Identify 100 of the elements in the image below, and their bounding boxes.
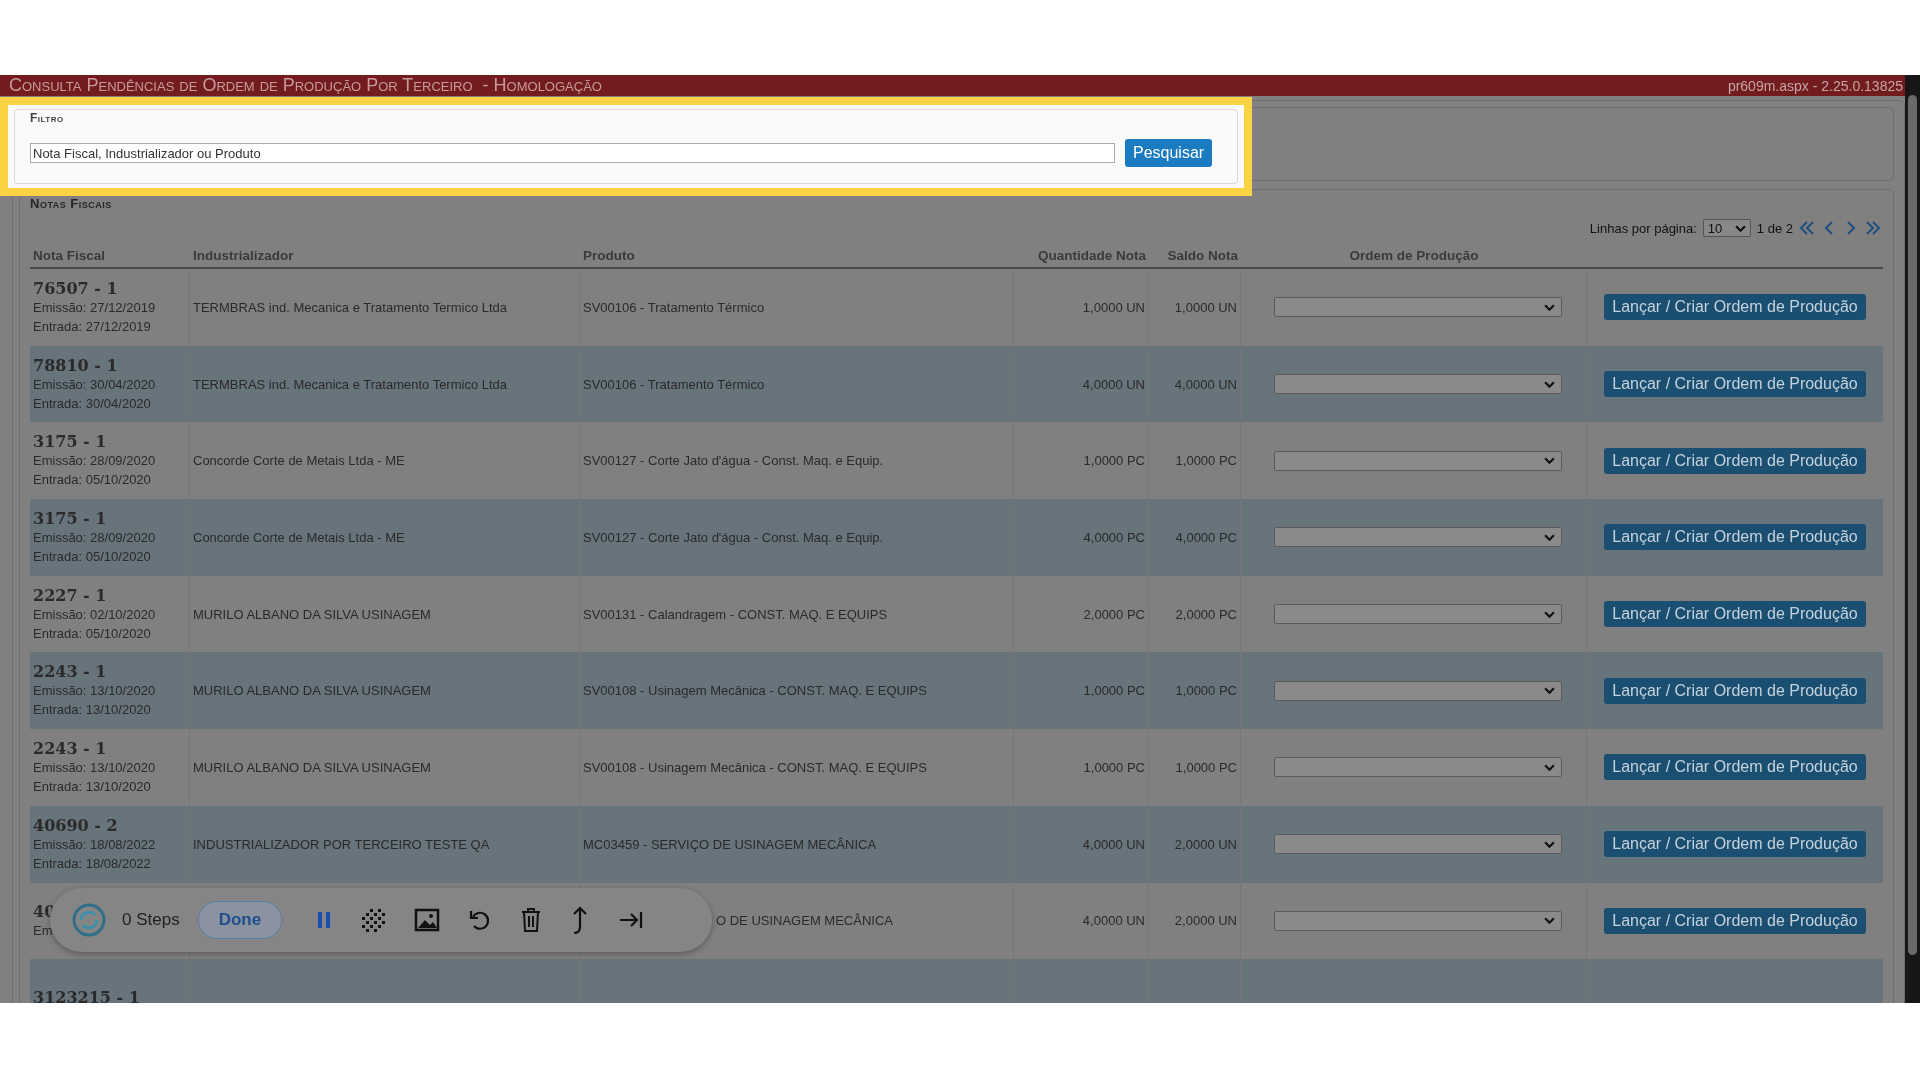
- entry-date: Entrada: 27/12/2019: [33, 317, 151, 336]
- table-cell: SV00108 - Usinagem Mecânica - CONST. MAQ. E EQUIPS: [583, 759, 927, 775]
- scrollbar[interactable]: [1905, 75, 1920, 1003]
- trash-icon[interactable]: [520, 907, 543, 933]
- production-order-select[interactable]: [1274, 680, 1562, 701]
- table-cell: 1,0000 UN: [1174, 299, 1237, 315]
- table-cell: 1,0000 PC: [1083, 759, 1145, 775]
- table-cell: SV00106 - Tratamento Térmico: [583, 376, 765, 392]
- invoice-number: 2243 - 1: [33, 662, 107, 682]
- production-order-select[interactable]: [1274, 834, 1562, 855]
- section-legend: Notas Fiscais: [30, 196, 1893, 211]
- production-order-select[interactable]: [1274, 450, 1562, 471]
- create-order-button[interactable]: Lançar / Criar Ordem de Produção: [1604, 831, 1866, 858]
- issue-date: Emissão: 13/10/2020: [33, 682, 156, 701]
- entry-date: Entrada: 13/10/2020: [33, 777, 151, 796]
- chevron-down-icon: [1544, 380, 1555, 388]
- production-order-select[interactable]: [1274, 604, 1562, 625]
- column-header: Industrializador: [192, 247, 295, 263]
- search-button[interactable]: Pesquisar: [1125, 139, 1213, 167]
- chevron-down-icon: [1544, 303, 1555, 311]
- invoice-number: 3123215 - 1: [33, 988, 140, 1003]
- invoice-number: 3175 - 1: [33, 508, 107, 528]
- table-cell: 4,0000 PC: [1175, 529, 1237, 545]
- table-cell: 2,0000 UN: [1174, 836, 1237, 852]
- table-cell: 1,0000 PC: [1175, 759, 1237, 775]
- create-order-button[interactable]: Lançar / Criar Ordem de Produção: [1604, 601, 1866, 628]
- table-cell: SV00108 - Usinagem Mecânica - CONST. MAQ. E EQUIPS: [583, 683, 927, 699]
- production-order-select[interactable]: [1274, 910, 1562, 931]
- entry-date: Entrada: 05/10/2020: [33, 624, 151, 643]
- invoice-number: 3175 - 1: [33, 432, 107, 452]
- pause-icon[interactable]: [316, 910, 333, 930]
- chevron-down-icon: [1544, 687, 1555, 695]
- table-cell: 4,0000 UN: [1082, 913, 1145, 929]
- column-header: Ordem de Produção: [1348, 247, 1480, 263]
- create-order-button[interactable]: Lançar / Criar Ordem de Produção: [1604, 371, 1866, 398]
- chevron-down-icon: [1544, 840, 1555, 848]
- table-cell: 2,0000 UN: [1174, 913, 1237, 929]
- invoice-number: 78810 - 1: [33, 355, 118, 375]
- page-indicator: 1 de 2: [1756, 220, 1793, 236]
- window-title: Consulta Pendências de Ordem de Produção Por Terceiro - Homologação: [9, 75, 602, 96]
- issue-date: Emissão: 30/04/2020: [33, 375, 156, 394]
- invoice-number: 76507 - 1: [33, 278, 118, 298]
- column-header: Produto: [582, 247, 636, 263]
- table-cell: 1,0000 PC: [1175, 683, 1237, 699]
- issue-date: Emissão: 28/09/2020: [33, 452, 156, 471]
- entry-date: Entrada: 18/08/2022: [33, 854, 151, 873]
- table-cell: MURILO ALBANO DA SILVA USINAGEM: [193, 759, 431, 775]
- blur-icon[interactable]: [360, 907, 387, 933]
- chevron-down-icon: [1734, 224, 1746, 232]
- search-field[interactable]: Nota Fiscal, Industrializador ou Produto: [30, 143, 1115, 163]
- table-cell: 1,0000 PC: [1175, 453, 1237, 469]
- table-cell: TERMBRAS ind. Mecanica e Tratamento Termico Ltda: [193, 299, 508, 315]
- production-order-select[interactable]: [1274, 527, 1562, 548]
- create-order-button[interactable]: Lançar / Criar Ordem de Produção: [1604, 907, 1866, 934]
- create-order-button[interactable]: Lançar / Criar Ordem de Produção: [1604, 447, 1866, 474]
- rows-per-page-label: Linhas por página:: [1589, 220, 1697, 236]
- table-cell: SV00106 - Tratamento Térmico: [583, 299, 765, 315]
- chevron-down-icon: [1544, 917, 1555, 925]
- column-header: Nota Fiscal: [32, 247, 107, 263]
- create-order-button[interactable]: Lançar / Criar Ordem de Produção: [1604, 524, 1866, 551]
- chevron-down-icon: [1544, 763, 1555, 771]
- chevron-down-icon: [1544, 457, 1555, 465]
- rows-per-page-select[interactable]: 10: [1702, 219, 1751, 237]
- version-label: pr609m.aspx - 2.25.0.13825: [1727, 77, 1903, 94]
- table-cell: 1,0000 PC: [1083, 683, 1145, 699]
- skip-to-end-icon[interactable]: [618, 910, 645, 930]
- invoice-number: 2243 - 1: [33, 738, 107, 758]
- invoice-number: 40690 - 2: [33, 815, 118, 835]
- issue-date: Emissão: 27/12/2019: [33, 298, 156, 317]
- create-order-button[interactable]: Lançar / Criar Ordem de Produção: [1604, 754, 1866, 781]
- create-order-button[interactable]: Lançar / Criar Ordem de Produção: [1604, 677, 1866, 704]
- issue-date: Emissão: 13/10/2020: [33, 758, 156, 777]
- invoice-number: 2227 - 1: [33, 585, 107, 605]
- table-cell: MC03459 - SERVIÇO DE USINAGEM MECÂNICA: [583, 836, 877, 852]
- table-cell: INDUSTRIALIZADOR POR TERCEIRO TESTE QA: [193, 836, 490, 852]
- entry-date: Entrada: 05/10/2020: [33, 547, 151, 566]
- entry-date: Entrada: 30/04/2020: [33, 394, 151, 413]
- issue-date: Emissão: 02/10/2020: [33, 605, 156, 624]
- table-cell: MURILO ALBANO DA SILVA USINAGEM: [193, 606, 431, 622]
- production-order-select[interactable]: [1274, 297, 1562, 318]
- table-cell: SV00127 - Corte Jato d'água - Const. Maq. e Equip.: [583, 529, 884, 545]
- table-cell: O DE USINAGEM MECÂNICA: [716, 913, 893, 929]
- table-cell: Concorde Corte de Metais Ltda - ME: [193, 453, 405, 469]
- table-cell: 4,0000 PC: [1083, 529, 1145, 545]
- image-icon[interactable]: [414, 908, 441, 932]
- table-cell: SV00131 - Calandragem - CONST. MAQ. E EQUIPS: [583, 606, 888, 622]
- table-cell: 1,0000 PC: [1083, 453, 1145, 469]
- production-order-select[interactable]: [1274, 757, 1562, 778]
- steps-counter: 0 Steps: [122, 910, 180, 930]
- issue-date: Emissão: 28/09/2020: [33, 528, 156, 547]
- table-cell: Concorde Corte de Metais Ltda - ME: [193, 529, 405, 545]
- table-cell: SV00127 - Corte Jato d'água - Const. Maq. e Equip.: [583, 453, 884, 469]
- table-cell: 2,0000 PC: [1083, 606, 1145, 622]
- swirl-logo-icon: [72, 903, 106, 937]
- create-order-button[interactable]: Lançar / Criar Ordem de Produção: [1604, 294, 1866, 321]
- entry-date: Entrada: 05/10/2020: [33, 471, 151, 490]
- column-header: Quantidade Nota: [1037, 247, 1147, 263]
- production-order-select[interactable]: [1274, 374, 1562, 395]
- last-page-icon[interactable]: [1865, 220, 1881, 236]
- first-page-icon[interactable]: [1799, 220, 1815, 236]
